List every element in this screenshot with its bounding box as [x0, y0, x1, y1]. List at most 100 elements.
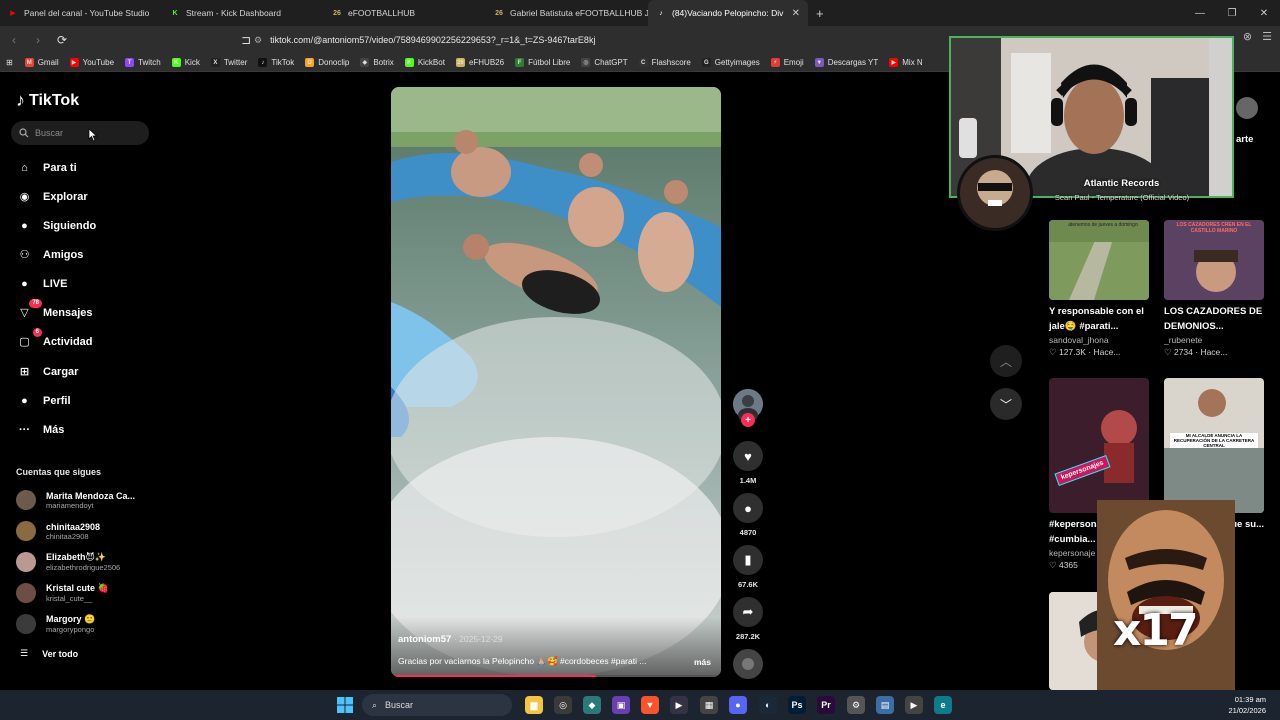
bookmark-item[interactable]: G Gettyimages	[701, 58, 760, 67]
back-icon[interactable]: ‹	[4, 30, 24, 50]
bookmark-item[interactable]: M Gmail	[24, 58, 59, 67]
card-user[interactable]: _rubenete	[1164, 335, 1264, 345]
share-icon[interactable]: ➦	[733, 597, 763, 627]
author-name[interactable]: antoniom57	[398, 634, 451, 645]
suggested-video-card[interactable]: LOS CAZADORES CREN EN EL CASTILLO MARINO…	[1164, 220, 1264, 358]
nav-item[interactable]: ● LIVE	[16, 275, 67, 292]
media-icon[interactable]: ▶	[670, 696, 688, 714]
bookmark-item[interactable]: ♪ TikTok	[258, 58, 294, 67]
search-input[interactable]: Buscar	[11, 121, 149, 145]
heart-icon[interactable]: ♥	[733, 441, 763, 471]
url-field[interactable]: ⚙ tiktok.com/@antoniom57/video/758946990…	[254, 30, 954, 50]
next-video-button[interactable]: ﹀	[990, 388, 1022, 420]
windows-start-icon[interactable]	[336, 696, 354, 714]
caption-more-button[interactable]: más	[694, 657, 711, 667]
sound-disc-icon[interactable]	[733, 649, 763, 679]
browser-tab[interactable]: K Stream - Kick Dashboard	[162, 0, 324, 26]
nav-item[interactable]: ◉ Explorar	[16, 188, 88, 205]
reload-icon[interactable]: ⟳	[52, 30, 72, 50]
card-thumbnail[interactable]: LOS CAZADORES CREN EN EL CASTILLO MARINO	[1164, 220, 1264, 300]
file-explorer-icon[interactable]: ▆	[525, 696, 543, 714]
nav-item[interactable]: ⌂ Para ti	[16, 159, 76, 176]
video-author[interactable]: antoniom57 · 2025-12-29	[398, 634, 503, 645]
photoshop-icon[interactable]: Ps	[788, 696, 806, 714]
calculator-icon[interactable]: ▦	[700, 696, 718, 714]
nav-item[interactable]: ⚇ Amigos	[16, 246, 84, 263]
bookmark-item[interactable]: ▶ YouTube	[69, 58, 114, 67]
bookmark-item[interactable]: K KickBot	[404, 58, 445, 67]
bookmark-item[interactable]: ▼ Descargas YT	[814, 58, 878, 67]
settings-icon[interactable]: ⚙	[847, 696, 865, 714]
bookmark-icon[interactable]: ⊐	[236, 30, 256, 50]
card-user[interactable]: sandoval_jhona	[1049, 335, 1149, 345]
url-text[interactable]: tiktok.com/@antoniom57/video/75894699022…	[270, 35, 595, 45]
video-progress-bar[interactable]	[391, 675, 721, 677]
minimize-icon[interactable]: —	[1184, 0, 1216, 26]
browser-tab[interactable]: 26 Gabriel Batistuta eFOOTBALLHUB Jug	[486, 0, 648, 26]
partial-tab-label[interactable]: arte	[1236, 134, 1253, 145]
followed-account[interactable]: Kristal cute 🍓 kristal_cute__	[16, 583, 109, 603]
browser-tab[interactable]: ♪ (84)Vaciando Pelopincho: Div ✕	[648, 0, 808, 26]
card-thumbnail[interactable]: atenemos de jueves a domingo	[1049, 220, 1149, 300]
browser-tab[interactable]: 26 eFOOTBALLHUB	[324, 0, 486, 26]
nav-item[interactable]: ● Perfil	[16, 392, 70, 409]
bookmark-item[interactable]: ◎ ChatGPT	[581, 58, 628, 67]
card-thumbnail[interactable]: MI ALCALDE ANUNCIA LA RECUPERACIÓN DE LA…	[1164, 378, 1264, 513]
followed-account[interactable]: Marita Mendoza Ca... mariamendoyt	[16, 490, 135, 510]
bookmark-item[interactable]: D Donoclip	[305, 58, 349, 67]
bookmark-item[interactable]: 26 eFHUB26	[455, 58, 504, 67]
comment-button[interactable]: ● 4870	[733, 493, 763, 537]
bookmark-item[interactable]: ▶ Mix N	[889, 58, 923, 67]
bookmark-item[interactable]: ⚡ Emoji	[770, 58, 804, 67]
video-player[interactable]: antoniom57 · 2025-12-29 Gracias por vaci…	[391, 87, 721, 677]
tab-close-icon[interactable]: ✕	[792, 8, 800, 19]
premiere-icon[interactable]: Pr	[817, 696, 835, 714]
save-button[interactable]: ▮ 67.6K	[733, 545, 763, 589]
follow-plus-icon[interactable]: +	[741, 413, 755, 427]
taskbar-search[interactable]: ⌕ Buscar	[362, 694, 512, 716]
brave-icon[interactable]: ▼	[641, 696, 659, 714]
close-icon[interactable]: ✕	[1248, 0, 1280, 26]
comment-icon[interactable]: ●	[733, 493, 763, 523]
extensions-icon[interactable]: ⊗	[1243, 30, 1252, 43]
followed-account[interactable]: Margory 🙂 margorypongo	[16, 614, 95, 634]
edge-icon[interactable]: e	[934, 696, 952, 714]
nav-item[interactable]: ▢ 6 Actividad	[16, 328, 93, 350]
suggested-video-card[interactable]: atenemos de jueves a domingo Y responsab…	[1049, 220, 1149, 358]
forward-icon[interactable]: ›	[28, 30, 48, 50]
bookmark-save-icon[interactable]: ▮	[733, 545, 763, 575]
player-icon[interactable]: ▶	[905, 696, 923, 714]
site-info-icon[interactable]: ⚙	[254, 35, 262, 46]
card-title[interactable]: Y responsable con el jale🤤 #parati...	[1049, 304, 1149, 334]
nav-item[interactable]: ● Siguiendo	[16, 217, 96, 234]
bookmark-item[interactable]: K Kick	[171, 58, 200, 67]
chrome-icon[interactable]: ◎	[554, 696, 572, 714]
new-tab-button[interactable]: +	[816, 6, 824, 21]
bookmark-item[interactable]: ◆ Botrix	[360, 58, 394, 67]
menu-icon[interactable]: ☰	[1262, 30, 1272, 43]
followed-account[interactable]: Elizabeth😈✨ elizabethrodrigue2506	[16, 552, 120, 572]
sound-disc-button[interactable]	[733, 649, 763, 679]
tiktok-logo[interactable]: ♪ TikTok	[16, 90, 79, 111]
creator-avatar-button[interactable]: +	[733, 389, 763, 427]
app-icon[interactable]: ◆	[583, 696, 601, 714]
like-button[interactable]: ♥ 1.4M	[733, 441, 763, 485]
card-thumbnail[interactable]: kepersonajes	[1049, 378, 1149, 513]
discord-icon[interactable]: ●	[729, 696, 747, 714]
browser-tab[interactable]: ▶ Panel del canal - YouTube Studio	[0, 0, 162, 26]
bookmark-item[interactable]: T Twitch	[125, 58, 161, 67]
app-icon[interactable]: ▣	[612, 696, 630, 714]
card-title[interactable]: LOS CAZADORES DE DEMONIOS...	[1164, 304, 1264, 334]
system-clock[interactable]: 01:39 am 21/02/2026	[1228, 694, 1266, 716]
notepad-icon[interactable]: ▤	[876, 696, 894, 714]
bookmark-item[interactable]: C Flashscore	[638, 58, 691, 67]
restore-icon[interactable]: ❐	[1216, 0, 1248, 26]
steam-icon[interactable]: ◐	[759, 696, 777, 714]
share-button[interactable]: ➦ 287.2K	[733, 597, 763, 641]
previous-video-button[interactable]: ︿	[990, 345, 1022, 377]
apps-icon[interactable]: ⊞	[6, 58, 13, 67]
bookmark-item[interactable]: F Fútbol Libre	[515, 58, 570, 67]
bookmark-item[interactable]: X Twitter	[210, 58, 247, 67]
see-all-button[interactable]: ☰ Ver todo	[20, 648, 78, 659]
nav-item[interactable]: ▽ 78 Mensajes	[16, 299, 93, 321]
